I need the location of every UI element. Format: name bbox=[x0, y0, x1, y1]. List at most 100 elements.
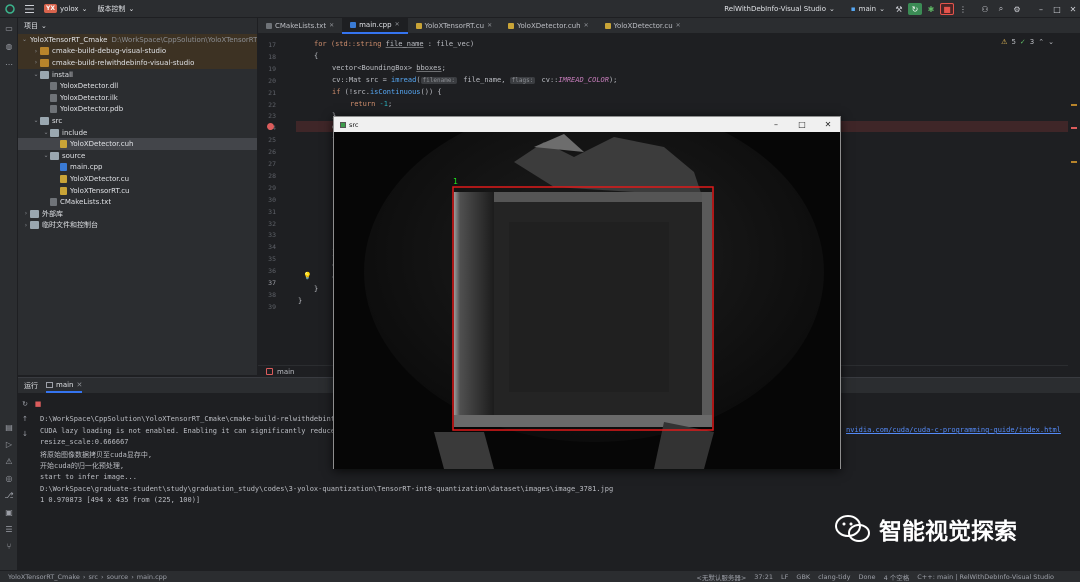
debug-button[interactable]: ✱ bbox=[924, 3, 938, 15]
tree-item[interactable]: › 临时文件和控制台 bbox=[18, 220, 257, 232]
status-widget[interactable]: <无默认服务器> bbox=[696, 572, 746, 582]
chevron-down-icon[interactable]: ⌄ bbox=[42, 152, 50, 159]
main-menu-button[interactable] bbox=[20, 0, 39, 18]
window-close-button[interactable]: ✕ bbox=[816, 117, 840, 132]
line-number: 38 bbox=[268, 290, 276, 299]
breakpoint-icon[interactable] bbox=[267, 123, 274, 130]
close-icon[interactable]: ✕ bbox=[584, 22, 589, 29]
terminal-icon[interactable]: ▤ bbox=[4, 423, 14, 433]
tree-item[interactable]: CMakeLists.txt bbox=[18, 196, 257, 208]
editor-tab[interactable]: YoloXDetector.cuh ✕ bbox=[500, 18, 597, 34]
editor-tab[interactable]: YoloXDetector.cu ✕ bbox=[597, 18, 689, 34]
tree-item[interactable]: ⌄ source bbox=[18, 150, 257, 162]
function-breadcrumb[interactable]: main bbox=[277, 368, 295, 376]
run-tab-main[interactable]: main ✕ bbox=[46, 378, 83, 393]
todo-icon[interactable]: ☰ bbox=[4, 525, 14, 535]
stop-button[interactable]: ■ bbox=[940, 3, 954, 15]
tree-item[interactable]: YoloxDetector.ilk bbox=[18, 92, 257, 104]
status-breadcrumb[interactable]: main.cpp bbox=[137, 573, 167, 581]
lightbulb-icon[interactable]: 💡 bbox=[303, 272, 312, 280]
chevron-down-icon[interactable]: ⌄ bbox=[22, 36, 27, 43]
tree-item[interactable]: YoloxDetector.dll bbox=[18, 80, 257, 92]
target-selector[interactable]: ▪ main ⌄ bbox=[846, 0, 890, 18]
chevron-right-icon[interactable]: › bbox=[22, 210, 30, 217]
scroll-marker[interactable] bbox=[1071, 104, 1077, 106]
gear-icon[interactable]: ⚙ bbox=[1010, 3, 1024, 15]
minimize-button[interactable]: – bbox=[1034, 3, 1048, 15]
project-switcher[interactable]: YX yolox ⌄ bbox=[39, 0, 92, 18]
app-logo[interactable] bbox=[0, 0, 20, 18]
collab-icon[interactable]: ⚇ bbox=[978, 3, 992, 15]
search-icon[interactable]: ⌕ bbox=[994, 3, 1008, 15]
status-breadcrumb[interactable]: source bbox=[107, 573, 129, 581]
status-widget[interactable]: LF bbox=[781, 573, 788, 581]
problems-icon[interactable]: ⚠ bbox=[4, 457, 14, 467]
window-maximize-button[interactable]: □ bbox=[790, 117, 814, 132]
run-tool-icon[interactable]: ▷ bbox=[4, 440, 14, 450]
chevron-right-icon[interactable]: › bbox=[22, 222, 30, 229]
editor-tab[interactable]: CMakeLists.txt ✕ bbox=[258, 18, 342, 34]
tree-item[interactable]: YoloXDetector.cu bbox=[18, 173, 257, 185]
vcs-menu[interactable]: 版本控制 ⌄ bbox=[92, 0, 139, 18]
vcs-icon[interactable]: ⎇ bbox=[4, 491, 14, 501]
chevron-up-icon[interactable]: ⌃ bbox=[1038, 38, 1044, 46]
stop-icon[interactable]: ■ bbox=[34, 400, 42, 408]
structure-icon[interactable]: ⋯ bbox=[4, 60, 14, 70]
status-breadcrumb[interactable]: src bbox=[88, 573, 98, 581]
scroll-marker[interactable] bbox=[1071, 161, 1077, 163]
tree-item[interactable]: main.cpp bbox=[18, 162, 257, 174]
tree-item[interactable]: YoloxDetector.pdb bbox=[18, 104, 257, 116]
chevron-right-icon[interactable]: › bbox=[32, 48, 40, 55]
run-config-selector[interactable]: RelWithDebInfo-Visual Studio ⌄ bbox=[719, 0, 840, 18]
tree-item[interactable]: ⌄ YoloXTensorRT_Cmake D:\WorkSpace\CppSolu… bbox=[18, 34, 257, 46]
messages-icon[interactable]: ▣ bbox=[4, 508, 14, 518]
rerun-icon[interactable]: ↻ bbox=[21, 400, 29, 408]
chevron-down-icon[interactable]: ⌄ bbox=[1048, 38, 1054, 46]
scroll-marker[interactable] bbox=[1071, 127, 1077, 129]
up-arrow-icon[interactable]: ↑ bbox=[21, 415, 29, 423]
status-widget[interactable]: C++: main | RelWithDebInfo-Visual Studio bbox=[917, 573, 1054, 581]
tree-item[interactable]: › cmake-build-relwithdebinfo-visual-studi… bbox=[18, 57, 257, 69]
status-widget[interactable]: clang-tidy bbox=[818, 573, 850, 581]
close-icon[interactable]: ✕ bbox=[329, 22, 334, 29]
tree-item[interactable]: YoloXDetector.cuh bbox=[18, 138, 257, 150]
status-breadcrumb[interactable]: YoloXTensorRT_Cmake bbox=[8, 573, 80, 581]
status-widget[interactable]: 4 个空格 bbox=[884, 572, 910, 582]
maximize-button[interactable]: □ bbox=[1050, 3, 1064, 15]
opencv-image-window[interactable]: src – □ ✕ 1 bbox=[333, 116, 841, 469]
close-icon[interactable]: ✕ bbox=[395, 21, 400, 28]
editor-tab[interactable]: main.cpp ✕ bbox=[342, 17, 408, 34]
build-hammer-button[interactable]: ⚒ bbox=[892, 3, 906, 15]
status-widget[interactable]: GBK bbox=[796, 573, 810, 581]
tree-item[interactable]: ⌄ install bbox=[18, 69, 257, 81]
chevron-right-icon[interactable]: › bbox=[32, 59, 40, 66]
close-icon[interactable]: ✕ bbox=[77, 381, 83, 389]
close-icon[interactable]: ✕ bbox=[487, 22, 492, 29]
down-arrow-icon[interactable]: ↓ bbox=[21, 430, 29, 438]
chevron-down-icon[interactable]: ⌄ bbox=[32, 117, 40, 124]
tree-item[interactable]: YoloXTensorRT.cu bbox=[18, 185, 257, 197]
status-breadcrumbs: YoloXTensorRT_Cmake › src › source › main.cpp bbox=[8, 573, 167, 581]
console-link[interactable]: nvidia.com/cuda/cuda-c-programming-guide… bbox=[846, 426, 1061, 434]
editor-tab[interactable]: YoloXTensorRT.cu ✕ bbox=[408, 18, 501, 34]
services-icon[interactable]: ◎ bbox=[4, 474, 14, 484]
status-widget[interactable]: 37:21 bbox=[754, 573, 773, 581]
status-widget[interactable]: Done bbox=[858, 573, 875, 581]
chevron-down-icon[interactable]: ⌄ bbox=[41, 22, 47, 30]
tree-item[interactable]: › 外部库 bbox=[18, 208, 257, 220]
chevron-down-icon[interactable]: ⌄ bbox=[32, 71, 40, 78]
window-title-bar[interactable]: src – □ ✕ bbox=[334, 117, 840, 132]
close-icon[interactable]: ✕ bbox=[676, 22, 681, 29]
window-minimize-button[interactable]: – bbox=[764, 117, 788, 132]
commit-icon[interactable]: ◍ bbox=[4, 42, 14, 52]
git-icon[interactable]: ⑂ bbox=[4, 542, 14, 552]
tree-item[interactable]: ⌄ include bbox=[18, 127, 257, 139]
chevron-down-icon[interactable]: ⌄ bbox=[42, 129, 50, 136]
rerun-button[interactable]: ↻ bbox=[908, 3, 922, 15]
tree-item[interactable]: › cmake-build-debug-visual-studio bbox=[18, 45, 257, 58]
project-folder-icon[interactable]: ▭ bbox=[4, 24, 14, 34]
more-actions-button[interactable]: ⋮ bbox=[956, 3, 970, 15]
inspection-widget[interactable]: ⚠ 5 ✓ 3 ⌃ ⌄ bbox=[1001, 38, 1054, 46]
tree-item[interactable]: ⌄ src bbox=[18, 115, 257, 127]
close-button[interactable]: ✕ bbox=[1066, 3, 1080, 15]
